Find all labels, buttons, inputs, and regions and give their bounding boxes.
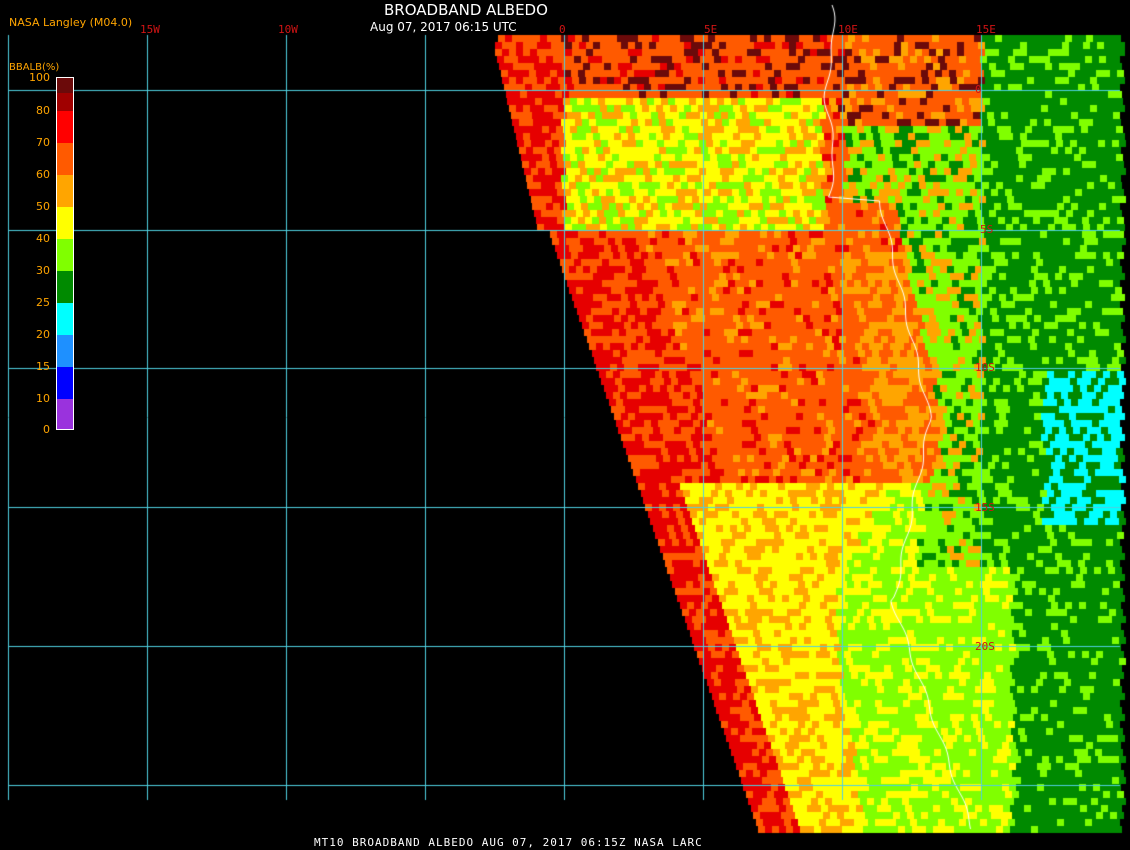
colorbar-swatch-11 (57, 367, 73, 399)
colorbar-swatch-7 (57, 239, 73, 271)
footer-caption: MT10 BROADBAND ALBEDO AUG 07, 2017 06:15… (314, 836, 703, 849)
lon-label-15e: 15E (976, 23, 996, 36)
colorbar-tick-15: 15 (36, 360, 50, 373)
colorbar-swatch-12 (57, 399, 73, 429)
map-subtitle: Aug 07, 2017 06:15 UTC (370, 20, 517, 34)
colorbar-swatch-10 (57, 335, 73, 367)
lon-label-15w: 15W (140, 23, 160, 36)
lon-label-5e: 5E (704, 23, 718, 36)
credit-label: NASA Langley (M04.0) (9, 16, 133, 29)
colorbar-swatch-6 (57, 207, 73, 239)
colorbar-tick-100: 100 (29, 71, 50, 84)
lat-label-10s: 10S (975, 361, 995, 374)
lon-label-0: 0 (559, 23, 566, 36)
colorbar-swatch-1 (57, 78, 73, 93)
lon-label-10e: 10E (838, 23, 858, 36)
colorbar-tick-70: 70 (36, 136, 50, 149)
colorbar-swatch-8 (57, 271, 73, 303)
lon-label-10w: 10W (278, 23, 298, 36)
colorbar-swatch-4 (57, 143, 73, 175)
colorbar (56, 77, 74, 430)
albedo-map (0, 0, 1130, 850)
colorbar-tick-0: 0 (43, 423, 50, 436)
colorbar-swatch-9 (57, 303, 73, 335)
lat-label-15s: 15S (975, 501, 995, 514)
lat-label-0: 0 (975, 83, 982, 96)
colorbar-tick-10: 10 (36, 392, 50, 405)
colorbar-swatch-2 (57, 93, 73, 111)
colorbar-swatch-3 (57, 111, 73, 143)
colorbar-tick-80: 80 (36, 104, 50, 117)
colorbar-tick-30: 30 (36, 264, 50, 277)
colorbar-tick-40: 40 (36, 232, 50, 245)
colorbar-tick-50: 50 (36, 200, 50, 213)
map-title: BROADBAND ALBEDO (384, 1, 548, 19)
colorbar-swatch-5 (57, 175, 73, 207)
lat-label-5s: 5S (980, 223, 994, 236)
colorbar-tick-60: 60 (36, 168, 50, 181)
colorbar-tick-25: 25 (36, 296, 50, 309)
colorbar-tick-20: 20 (36, 328, 50, 341)
lat-label-20s: 20S (975, 640, 995, 653)
